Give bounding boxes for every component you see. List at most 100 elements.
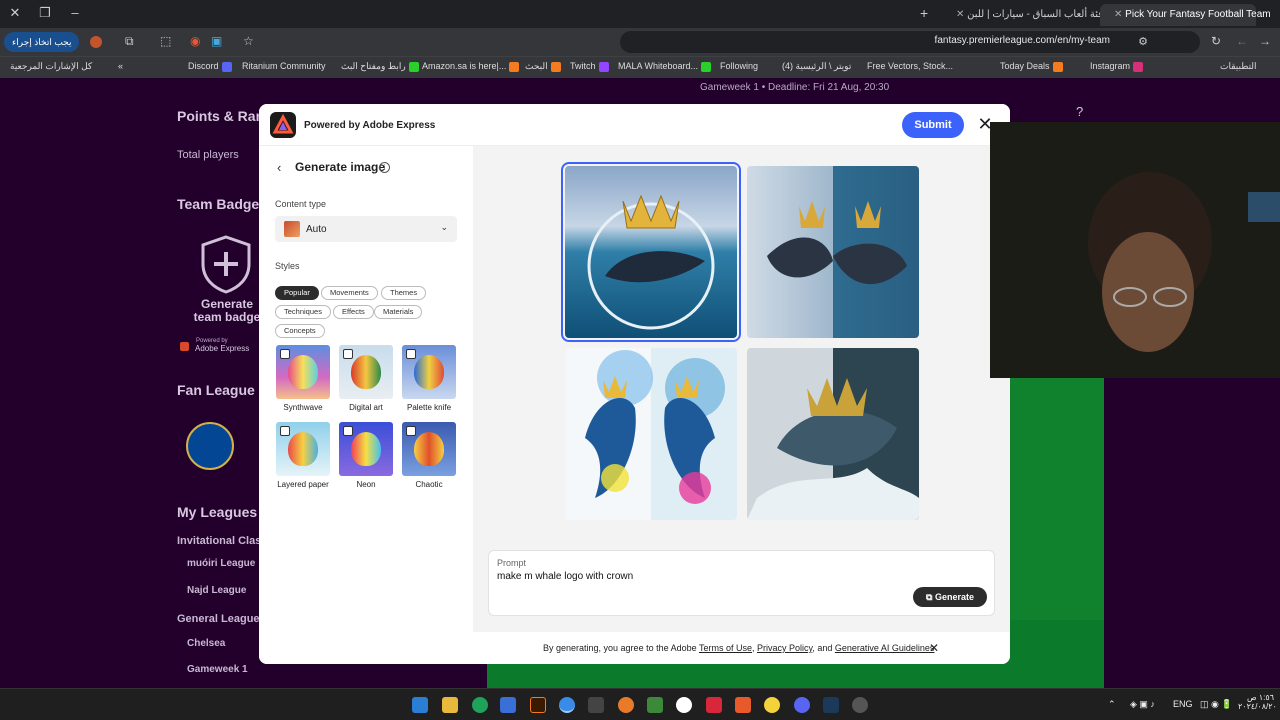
bookmark-mala[interactable]: MALA Whiteboard...	[618, 61, 712, 72]
file-explorer-icon[interactable]	[442, 697, 458, 713]
minimize-window-icon[interactable]: –	[66, 5, 84, 20]
bookmark-today-deals[interactable]: Today Deals	[1000, 61, 1063, 72]
illustrator-icon[interactable]	[530, 697, 546, 713]
checkbox[interactable]	[406, 349, 416, 359]
discord-icon[interactable]	[794, 697, 810, 713]
style-tile-synthwave[interactable]	[276, 345, 330, 399]
bookmark-free-vectors[interactable]: Free Vectors, Stock...	[867, 61, 953, 71]
close-window-icon[interactable]: ✕	[6, 5, 24, 21]
chevron-left-icon[interactable]: «	[118, 61, 123, 71]
generated-image-3[interactable]	[565, 348, 737, 520]
back-icon[interactable]: →	[1259, 34, 1271, 48]
chip-effects[interactable]: Effects	[333, 305, 374, 319]
content-type-select[interactable]: Auto ⌄	[275, 216, 457, 242]
league-row[interactable]: Najd League	[187, 585, 246, 596]
bookmark-amazon[interactable]: Amazon.sa is here|...	[422, 61, 520, 72]
close-tab-icon[interactable]: ✕	[956, 9, 964, 20]
bookmark-ritanium[interactable]: Ritanium Community	[242, 61, 326, 71]
help-icon[interactable]: ?	[1076, 104, 1083, 119]
prompt-input[interactable]: make m whale logo with crown	[497, 571, 633, 582]
bookmark-apps[interactable]: التطبيقات	[1220, 61, 1257, 72]
style-tile-neon[interactable]	[339, 422, 393, 476]
bookmark-stream-key[interactable]: رابط ومفتاح البث	[341, 61, 419, 72]
checkbox[interactable]	[406, 426, 416, 436]
style-tile-palette-knife[interactable]	[402, 345, 456, 399]
bookmark-instagram[interactable]: Instagram	[1090, 61, 1144, 72]
privacy-policy-link[interactable]: Privacy Policy	[757, 643, 812, 653]
bookmark-following[interactable]: Following	[720, 61, 758, 71]
forward-icon[interactable]: ←	[1236, 34, 1248, 48]
checkbox[interactable]	[343, 426, 353, 436]
store-icon[interactable]	[500, 697, 516, 713]
chip-themes[interactable]: Themes	[381, 286, 427, 300]
new-tab-icon[interactable]: +	[920, 5, 928, 21]
prompt-field[interactable]: Prompt make m whale logo with crown ⧉ Ge…	[488, 550, 995, 616]
checkbox[interactable]	[280, 426, 290, 436]
app-4-icon[interactable]	[706, 697, 722, 713]
generated-image-1[interactable]	[561, 162, 741, 342]
checkbox[interactable]	[280, 349, 290, 359]
bookmark-star-icon[interactable]: ☆	[243, 34, 254, 48]
checkbox[interactable]	[343, 349, 353, 359]
bookmark-twitter[interactable]: (4) تويتر \ الرئيسية	[782, 61, 851, 72]
extension-2-icon[interactable]: ▣	[211, 34, 222, 48]
bookmark-discord[interactable]: Discord	[188, 61, 232, 72]
address-bar[interactable]: fantasy.premierleague.com/en/my-team ⚙	[620, 31, 1200, 53]
extension-badge-icon[interactable]: ◉	[190, 34, 200, 48]
language-indicator[interactable]: ENG	[1173, 699, 1193, 709]
reload-icon[interactable]: ↻	[1211, 34, 1221, 48]
bookmark-search[interactable]: البحث	[525, 61, 561, 72]
chip-materials[interactable]: Materials	[374, 305, 423, 319]
style-tile-chaotic[interactable]	[402, 422, 456, 476]
network-sound-icons[interactable]: ◫ ◉ 🔋	[1200, 699, 1233, 710]
chip-popular[interactable]: Popular	[275, 286, 319, 300]
settings-gear-icon[interactable]	[852, 697, 868, 713]
whale-crown-icon	[767, 201, 907, 285]
style-tile-digital-art[interactable]	[339, 345, 393, 399]
app-3-icon[interactable]	[676, 697, 692, 713]
tab-fantasy[interactable]: ✕ Pick Your Fantasy Football Team	[1100, 4, 1271, 26]
info-icon[interactable]: i	[379, 162, 390, 173]
chip-techniques[interactable]: Techniques	[275, 305, 331, 319]
terms-of-use-link[interactable]: Terms of Use	[699, 643, 752, 653]
extensions-puzzle-icon[interactable]: ⬚	[160, 34, 171, 48]
chelsea-crest-icon[interactable]	[186, 422, 234, 470]
chrome-icon[interactable]	[559, 697, 575, 713]
generate-badge-text[interactable]: Generate team badge	[186, 298, 268, 324]
brave-icon[interactable]	[735, 697, 751, 713]
league-row[interactable]: Chelsea	[187, 638, 225, 649]
clock[interactable]: ١:٥٦ ص ٢٠٢٤/٠٨/٢٠	[1238, 693, 1277, 711]
all-bookmarks[interactable]: كل الإشارات المرجعية	[10, 61, 92, 72]
app-2-icon[interactable]	[647, 697, 663, 713]
action-required-button[interactable]: يجب اتخاذ إجراء	[4, 32, 80, 52]
close-tab-icon[interactable]: ✕	[1114, 9, 1122, 20]
chip-movements[interactable]: Movements	[321, 286, 378, 300]
site-settings-icon[interactable]: ⚙	[1138, 35, 1148, 48]
submit-button[interactable]: Submit	[902, 112, 964, 138]
generate-button[interactable]: ⧉ Generate	[913, 587, 987, 607]
app-5-icon[interactable]	[764, 697, 780, 713]
restore-window-icon[interactable]: ❐	[36, 5, 54, 21]
league-row[interactable]: muóiri League	[187, 558, 255, 569]
bookmark-twitch[interactable]: Twitch	[570, 61, 609, 72]
chip-concepts[interactable]: Concepts	[275, 324, 325, 338]
shield-plus-icon[interactable]	[200, 234, 252, 294]
tray-icons[interactable]: ◈ ▣ ♪	[1130, 699, 1155, 710]
close-terms-icon[interactable]: ✕	[929, 641, 939, 655]
back-arrow-icon[interactable]: ‹	[277, 160, 281, 175]
style-tile-layered-paper[interactable]	[276, 422, 330, 476]
app-icon[interactable]	[588, 697, 604, 713]
generated-image-2[interactable]	[747, 166, 919, 338]
edge-icon[interactable]	[472, 697, 488, 713]
steam-icon[interactable]	[823, 697, 839, 713]
league-row[interactable]: Gameweek 1	[187, 664, 248, 675]
generated-image-4[interactable]	[747, 348, 919, 520]
profile-avatar-icon[interactable]	[90, 36, 102, 48]
tab-label: فئة ألعاب السباق - سيارات | للبن	[967, 9, 1104, 20]
blender-icon[interactable]	[618, 697, 634, 713]
tray-chevron-icon[interactable]: ⌃	[1108, 699, 1116, 710]
extension-icon[interactable]: ⧉	[125, 34, 134, 49]
ai-guidelines-link[interactable]: Generative AI Guidelines	[835, 643, 935, 653]
tab-racing-games[interactable]: ✕ فئة ألعاب السباق - سيارات | للبن	[942, 4, 1103, 26]
windows-start-icon[interactable]	[412, 697, 428, 713]
